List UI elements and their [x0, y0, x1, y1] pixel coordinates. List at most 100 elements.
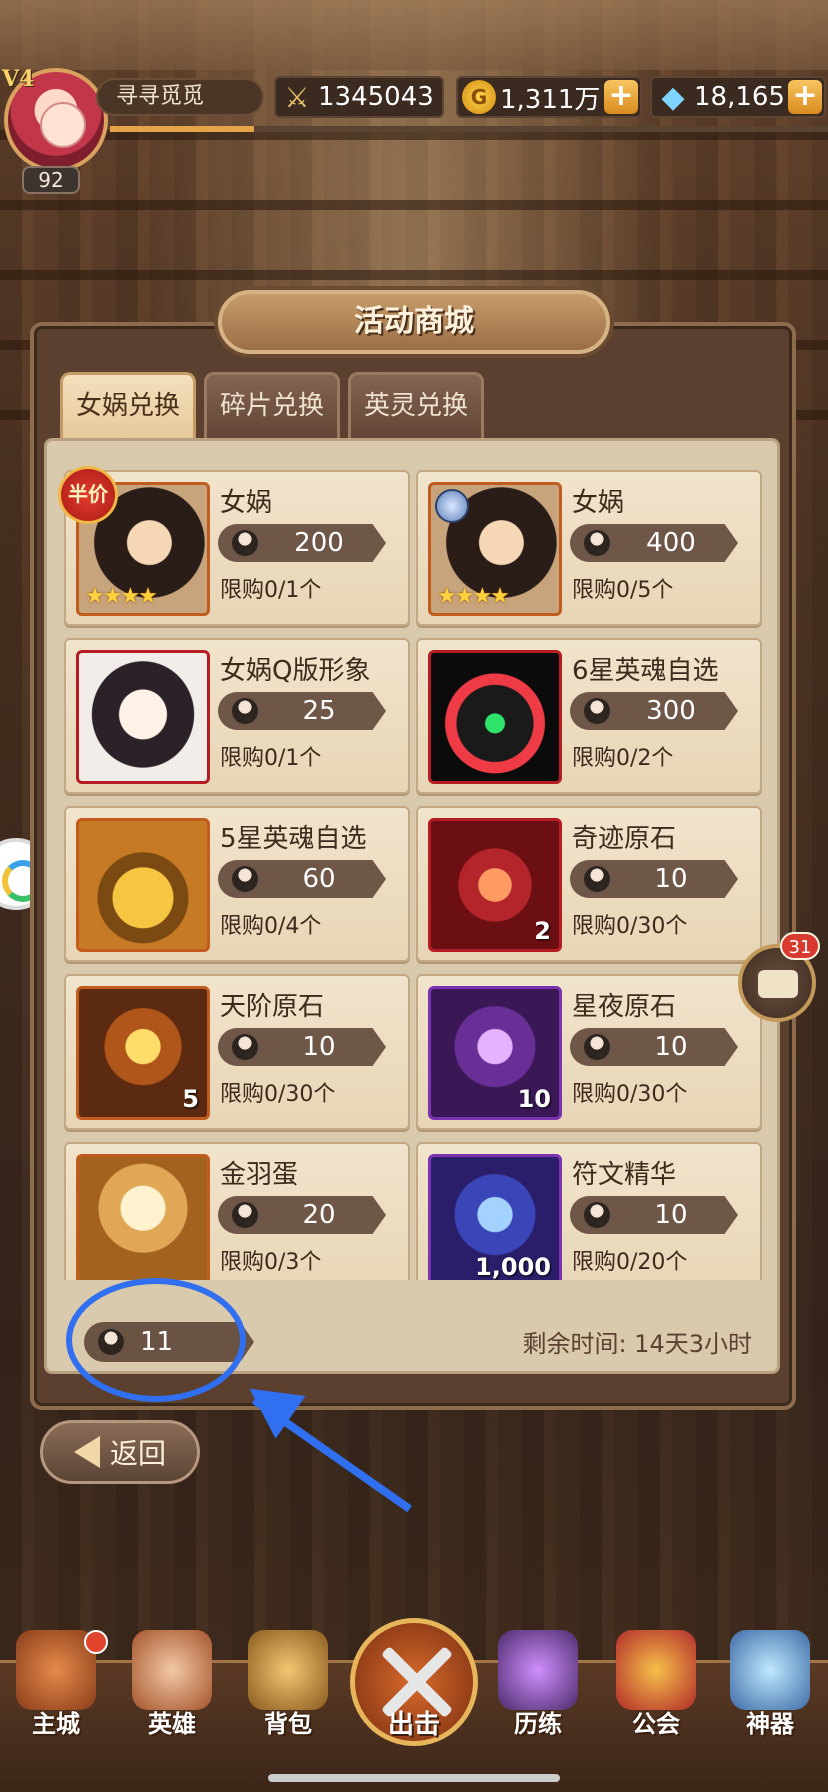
back-arrow-icon: [73, 1436, 100, 1468]
gold-coin-icon: G: [462, 80, 496, 114]
nuwa-token-icon: [584, 866, 610, 892]
tab-spirit-exchange[interactable]: 英灵兑换: [348, 372, 484, 438]
chat-unread-badge: 31: [780, 932, 820, 960]
item-count: 5: [182, 1085, 199, 1113]
back-button[interactable]: 返回: [40, 1420, 200, 1484]
item-name: 5星英魂自选: [220, 824, 367, 854]
nuwa-token-icon: [232, 1034, 258, 1060]
item-price: 10: [570, 1196, 738, 1234]
item-limit: 限购0/5个: [572, 578, 674, 603]
artifact-icon: [730, 1630, 810, 1710]
item-name: 金羽蛋: [220, 1160, 299, 1190]
nuwa-token-icon: [232, 530, 258, 556]
half-price-badge: 半价: [58, 466, 118, 524]
treasure-chest-icon: [76, 818, 210, 952]
shop-item-card[interactable]: 5星英魂自选 60 限购0/4个: [64, 806, 410, 962]
item-price: 10: [218, 1028, 386, 1066]
item-limit: 限购0/30个: [572, 1082, 688, 1107]
tianjie-stone-icon: 5: [76, 986, 210, 1120]
nav-heroes[interactable]: 英雄: [124, 1630, 220, 1740]
notification-dot: [84, 1630, 108, 1654]
nav-trials[interactable]: 历练: [490, 1630, 586, 1740]
remaining-time: 剩余时间: 14天3小时: [522, 1330, 752, 1358]
gold-value: 1,311万: [500, 84, 601, 115]
trial-icon: [498, 1630, 578, 1710]
nuwa-token-icon: [584, 1034, 610, 1060]
chat-bubble-icon: [758, 970, 798, 998]
avatar-face: [40, 102, 86, 148]
nav-backpack[interactable]: 背包: [240, 1630, 336, 1740]
nuwa-token-icon: [584, 698, 610, 724]
nav-artifact[interactable]: 神器: [722, 1630, 818, 1740]
shop-item-card[interactable]: 10 星夜原石 10 限购0/30个: [416, 974, 762, 1130]
item-name: 女娲: [572, 488, 625, 518]
gold-display: G 1,311万 +: [456, 76, 642, 118]
nuwa-token-icon: [232, 698, 258, 724]
crossed-swords-icon: ⚔: [284, 80, 310, 114]
shop-item-card[interactable]: 1,000 符文精华 10 限购0/20个: [416, 1142, 762, 1280]
guild-shield-icon: [616, 1630, 696, 1710]
item-price: 25: [218, 692, 386, 730]
item-name: 女娲: [220, 488, 273, 518]
shop-item-card[interactable]: 6星英魂自选 300 限购0/2个: [416, 638, 762, 794]
item-count: 1,000: [475, 1253, 551, 1280]
item-limit: 限购0/30个: [220, 1082, 336, 1107]
item-price: 10: [570, 1028, 738, 1066]
item-price: 300: [570, 692, 738, 730]
add-diamond-button[interactable]: +: [788, 80, 822, 114]
item-name: 女娲Q版形象: [220, 656, 371, 686]
exp-bar: [110, 126, 828, 132]
item-name: 天阶原石: [220, 992, 325, 1022]
nuwa-chibi-icon: [76, 650, 210, 784]
tab-fragment-exchange[interactable]: 碎片兑换: [204, 372, 340, 438]
shop-item-card[interactable]: ★★★★ 女娲 400 限购0/5个: [416, 470, 762, 626]
golden-egg-icon: [76, 1154, 210, 1280]
miracle-stone-icon: 2: [428, 818, 562, 952]
item-price: 60: [218, 860, 386, 898]
shop-item-card[interactable]: 半价 ★★★★ 女娲 200 限购0/1个: [58, 466, 410, 626]
shop-item-card[interactable]: 金羽蛋 20 限购0/3个: [64, 1142, 410, 1280]
item-limit: 限购0/1个: [220, 746, 322, 771]
nuwa-portrait-icon: ★★★★: [428, 482, 562, 616]
tab-nuwa-exchange[interactable]: 女娲兑换: [60, 372, 196, 438]
shop-item-card[interactable]: 2 奇迹原石 10 限购0/30个: [416, 806, 762, 962]
shop-item-grid[interactable]: 半价 ★★★★ 女娲 200 限购0/1个 ★★★★ 女娲 400 限购0/5个…: [58, 456, 770, 1280]
diamond-value: 18,165: [694, 82, 785, 112]
annotation-circle: [66, 1278, 246, 1402]
shop-title: 活动商城: [218, 290, 610, 354]
vip-label: V4: [2, 66, 35, 92]
nuwa-token-icon: [232, 866, 258, 892]
power-display: ⚔ 1345043: [274, 76, 444, 118]
nuwa-token-icon: [584, 1202, 610, 1228]
item-limit: 限购0/1个: [220, 578, 322, 603]
item-name: 星夜原石: [572, 992, 677, 1022]
power-value: 1345043: [318, 82, 434, 112]
item-limit: 限购0/20个: [572, 1250, 688, 1275]
item-price: 200: [218, 524, 386, 562]
item-limit: 限购0/4个: [220, 914, 322, 939]
back-label: 返回: [109, 1437, 166, 1470]
nuwa-token-icon: [232, 1202, 258, 1228]
item-price: 400: [570, 524, 738, 562]
nav-guild[interactable]: 公会: [608, 1630, 704, 1740]
player-level: 92: [22, 166, 80, 194]
home-indicator: [268, 1774, 560, 1782]
add-gold-button[interactable]: +: [604, 80, 638, 114]
backpack-icon: [248, 1630, 328, 1710]
top-banner: [0, 0, 828, 70]
exp-fill: [110, 126, 254, 132]
shop-item-card[interactable]: 女娲Q版形象 25 限购0/1个: [64, 638, 410, 794]
rune-crystal-icon: 1,000: [428, 1154, 562, 1280]
item-count: 2: [534, 917, 551, 945]
item-name: 奇迹原石: [572, 824, 677, 854]
star-rating: ★★★★: [85, 584, 158, 609]
class-emblem-icon: [435, 489, 469, 523]
item-name: 符文精华: [572, 1160, 677, 1190]
item-limit: 限购0/30个: [572, 914, 688, 939]
helmet-icon: [428, 650, 562, 784]
shop-item-card[interactable]: 5 天阶原石 10 限购0/30个: [64, 974, 410, 1130]
nav-attack[interactable]: 出击: [350, 1618, 478, 1746]
item-count: 10: [517, 1085, 551, 1113]
star-rating: ★★★★: [437, 584, 510, 609]
item-price: 20: [218, 1196, 386, 1234]
